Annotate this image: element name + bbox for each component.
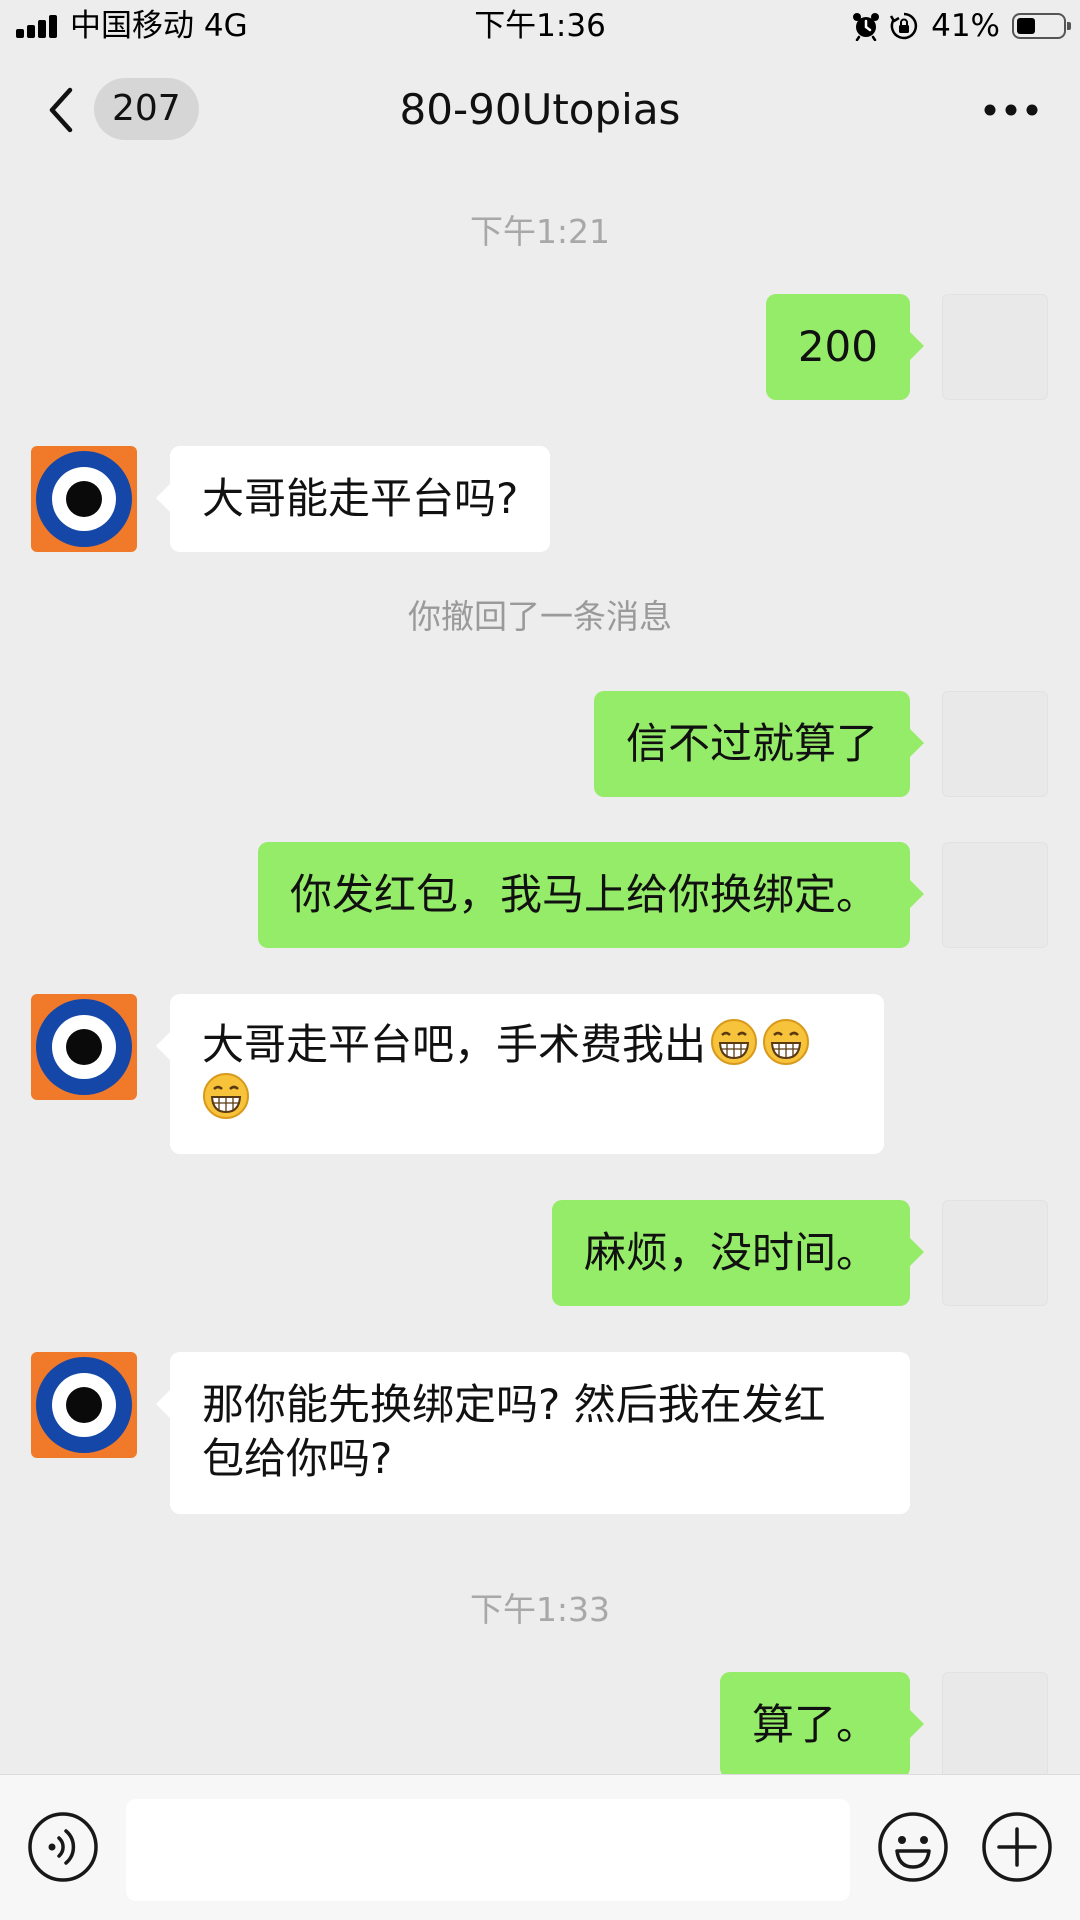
- alarm-icon: [853, 13, 880, 41]
- message-bubble-theirs[interactable]: 大哥走平台吧，手术费我出: [156, 994, 884, 1154]
- plus-icon[interactable]: [981, 1811, 1053, 1883]
- message-bubble-theirs[interactable]: 那你能先换绑定吗? 然后我在发红 包给你吗?: [156, 1352, 910, 1514]
- grin-emoji: [203, 1073, 249, 1119]
- chevron-left-icon[interactable]: [40, 82, 84, 138]
- status-right-group: 41%: [851, 8, 1071, 44]
- emoji-icon[interactable]: [877, 1811, 949, 1883]
- my-avatar[interactable]: [942, 1672, 1048, 1774]
- message-text: 算了。: [751, 1700, 878, 1749]
- message-list[interactable]: 下午1:21 200 大哥能走平台吗? 你撤回了一条消息 信不过就算了 你发红包…: [0, 168, 1080, 1774]
- timestamp: 下午1:21: [469, 212, 611, 251]
- message-text: 你发红包，我马上给你换绑定。: [289, 870, 878, 919]
- voice-icon[interactable]: [27, 1811, 99, 1883]
- battery-icon: [1012, 13, 1071, 39]
- contact-avatar[interactable]: [31, 994, 137, 1100]
- battery-percent: 41%: [931, 8, 1000, 44]
- nav-bar: 80-90Utopias 207: [0, 52, 1080, 168]
- message-text-line: 包给你吗?: [202, 1434, 393, 1483]
- message-bubble-mine[interactable]: 200: [765, 294, 925, 400]
- message-text: 大哥走平台吧，手术费我出: [202, 1020, 707, 1069]
- contact-avatar[interactable]: [31, 1352, 137, 1458]
- chat-screen: 中国移动 4G 下午1:36 41% 80-90Utopias 207 下午1:…: [0, 0, 1080, 1920]
- more-dots-icon[interactable]: [976, 92, 1046, 128]
- message-text: 大哥能走平台吗?: [202, 474, 519, 523]
- message-bubble-mine[interactable]: 麻烦，没时间。: [551, 1200, 925, 1306]
- message-bubble-theirs[interactable]: 大哥能走平台吗?: [155, 446, 551, 552]
- input-bar: [0, 1774, 1080, 1920]
- message-input[interactable]: [126, 1799, 850, 1901]
- message-bubble-mine[interactable]: 信不过就算了: [593, 691, 925, 797]
- message-bubble-mine[interactable]: 你发红包，我马上给你换绑定。: [257, 842, 925, 948]
- message-bubble-mine[interactable]: 算了。: [719, 1672, 925, 1774]
- grin-emoji: [711, 1019, 758, 1065]
- unread-count-badge[interactable]: 207: [94, 78, 199, 140]
- message-text: 200: [797, 322, 878, 371]
- message-text-line: 那你能先换绑定吗? 然后我在发红: [202, 1380, 826, 1429]
- message-text: 麻烦，没时间。: [583, 1228, 878, 1277]
- rotation-lock-icon: [890, 12, 918, 40]
- timestamp: 下午1:33: [469, 1590, 611, 1629]
- status-bar: 中国移动 4G 下午1:36 41%: [0, 0, 1080, 52]
- recalled-notice: 你撤回了一条消息: [408, 597, 672, 636]
- my-avatar[interactable]: [942, 1200, 1048, 1306]
- grin-emoji: [763, 1019, 810, 1065]
- battery-fill: [1017, 18, 1035, 34]
- my-avatar[interactable]: [942, 691, 1048, 797]
- my-avatar[interactable]: [942, 842, 1048, 948]
- my-avatar[interactable]: [942, 294, 1048, 400]
- message-text: 信不过就算了: [625, 719, 878, 768]
- contact-avatar[interactable]: [31, 446, 137, 552]
